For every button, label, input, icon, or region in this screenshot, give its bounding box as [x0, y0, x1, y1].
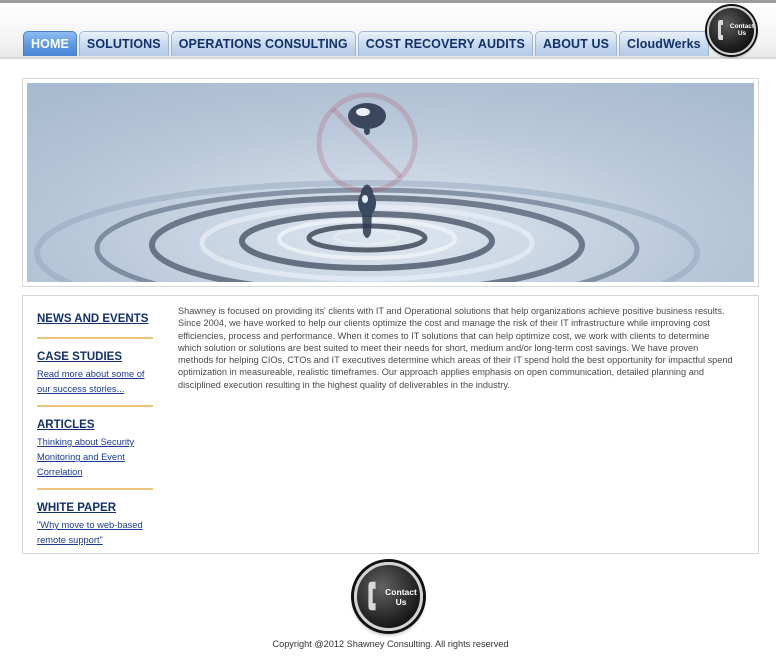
tab-cost-recovery-audits[interactable]: COST RECOVERY AUDITS: [357, 31, 533, 56]
tab-solutions[interactable]: SOLUTIONS: [78, 31, 169, 56]
white-paper-remote-support-link[interactable]: "Why move to web-based remote support": [37, 518, 153, 548]
hero-water-drop-image: [27, 83, 754, 282]
contact-us-header-button[interactable]: Contact Us: [707, 6, 756, 55]
contact-us-footer-button[interactable]: Contact Us: [354, 562, 423, 631]
main-nav: HOME SOLUTIONS OPERATIONS CONSULTING COS…: [23, 31, 709, 56]
white-paper-link[interactable]: WHITE PAPER: [37, 502, 153, 514]
case-studies-read-more-link[interactable]: Read more about some of our success stor…: [37, 367, 153, 397]
sidebar-section-articles: ARTICLES Thinking about Security Monitor…: [37, 419, 153, 490]
tab-operations-consulting[interactable]: OPERATIONS CONSULTING: [170, 31, 356, 56]
case-studies-link[interactable]: CASE STUDIES: [37, 351, 153, 363]
tab-about-us[interactable]: ABOUT US: [534, 31, 618, 56]
sidebar-section-case-studies: CASE STUDIES Read more about some of our…: [37, 351, 153, 407]
copyright-text: Copyright @2012 Shawney Consulting. All …: [272, 639, 509, 649]
tab-cloudwerks[interactable]: CloudWerks: [619, 31, 709, 56]
intro-paragraph: Shawney is focused on providing its' cli…: [178, 306, 733, 390]
article-security-monitoring-link[interactable]: Thinking about Security Monitoring and E…: [37, 435, 153, 480]
sidebar-section-white-paper: WHITE PAPER "Why move to web-based remot…: [37, 502, 153, 556]
sidebar: NEWS AND EVENTS CASE STUDIES Read more a…: [37, 307, 153, 568]
contact-us-label: Contact Us: [729, 23, 755, 37]
sidebar-section-news: NEWS AND EVENTS: [37, 313, 153, 339]
articles-link[interactable]: ARTICLES: [37, 419, 153, 431]
contact-us-label: Contact Us: [385, 587, 417, 607]
news-and-events-link[interactable]: NEWS AND EVENTS: [37, 313, 153, 325]
tab-home[interactable]: HOME: [23, 31, 77, 56]
hero-frame: [22, 78, 759, 287]
